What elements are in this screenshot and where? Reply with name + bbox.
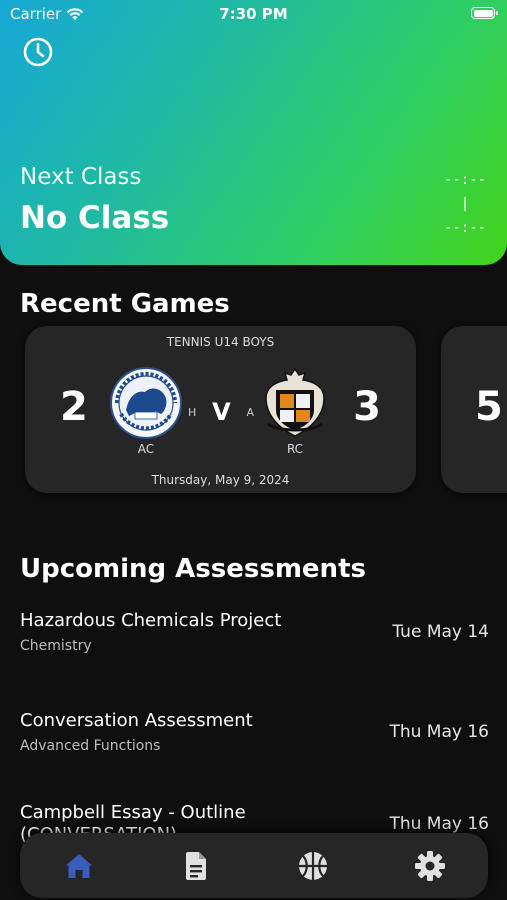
versus-label: V	[212, 398, 231, 426]
tab-sports[interactable]	[293, 846, 333, 886]
class-time-range: --:-- | --:--	[443, 168, 487, 240]
next-class-card[interactable]: Carrier 7:30 PM Next Class No Class --:-…	[0, 0, 507, 265]
tab-bar	[20, 833, 488, 898]
next-class-label: Next Class	[20, 164, 142, 190]
home-marker: H	[188, 405, 197, 419]
home-team-abbr: AC	[137, 442, 155, 456]
assessment-item[interactable]: Conversation Assessment Advanced Functio…	[20, 710, 490, 754]
assessment-date: Thu May 16	[389, 722, 489, 742]
class-end-time: --:--	[443, 220, 487, 236]
away-team-logo	[265, 367, 325, 437]
status-time: 7:30 PM	[219, 5, 288, 23]
tab-home[interactable]	[59, 846, 99, 886]
next-class-value: No Class	[20, 200, 170, 236]
assessment-date: Thu May 16	[389, 814, 489, 834]
assessment-item[interactable]: Hazardous Chemicals Project Chemistry Tu…	[20, 610, 490, 654]
upcoming-assessments-title: Upcoming Assessments	[20, 554, 366, 584]
away-score: 3	[353, 384, 381, 430]
battery-icon	[471, 7, 498, 19]
recent-games-title: Recent Games	[20, 289, 230, 319]
tab-settings[interactable]	[410, 846, 450, 886]
status-bar: Carrier 7:30 PM	[0, 0, 507, 28]
home-score: 2	[60, 384, 88, 430]
class-time-separator: |	[460, 196, 470, 212]
away-team-abbr: RC	[286, 442, 304, 456]
versus-row: H V A	[188, 398, 254, 426]
assessment-date: Tue May 14	[392, 622, 489, 642]
game-date: Thursday, May 9, 2024	[151, 473, 290, 487]
home-score: 5	[475, 384, 503, 430]
game-card[interactable]: TENNIS U14 BOYS 2 AC H V A RC 3 Thursday…	[25, 326, 416, 493]
home-team-logo	[110, 367, 182, 439]
gear-icon	[414, 850, 445, 881]
tab-assessments[interactable]	[176, 846, 216, 886]
game-card[interactable]: 5	[441, 326, 507, 493]
clock-icon[interactable]	[22, 36, 54, 68]
screen: Carrier 7:30 PM Next Class No Class --:-…	[0, 0, 507, 900]
document-icon	[185, 851, 206, 880]
game-sport: TENNIS U14 BOYS	[166, 335, 275, 349]
class-start-time: --:--	[443, 172, 487, 188]
away-marker: A	[246, 405, 254, 419]
basketball-icon	[298, 851, 327, 880]
home-icon	[65, 853, 92, 878]
